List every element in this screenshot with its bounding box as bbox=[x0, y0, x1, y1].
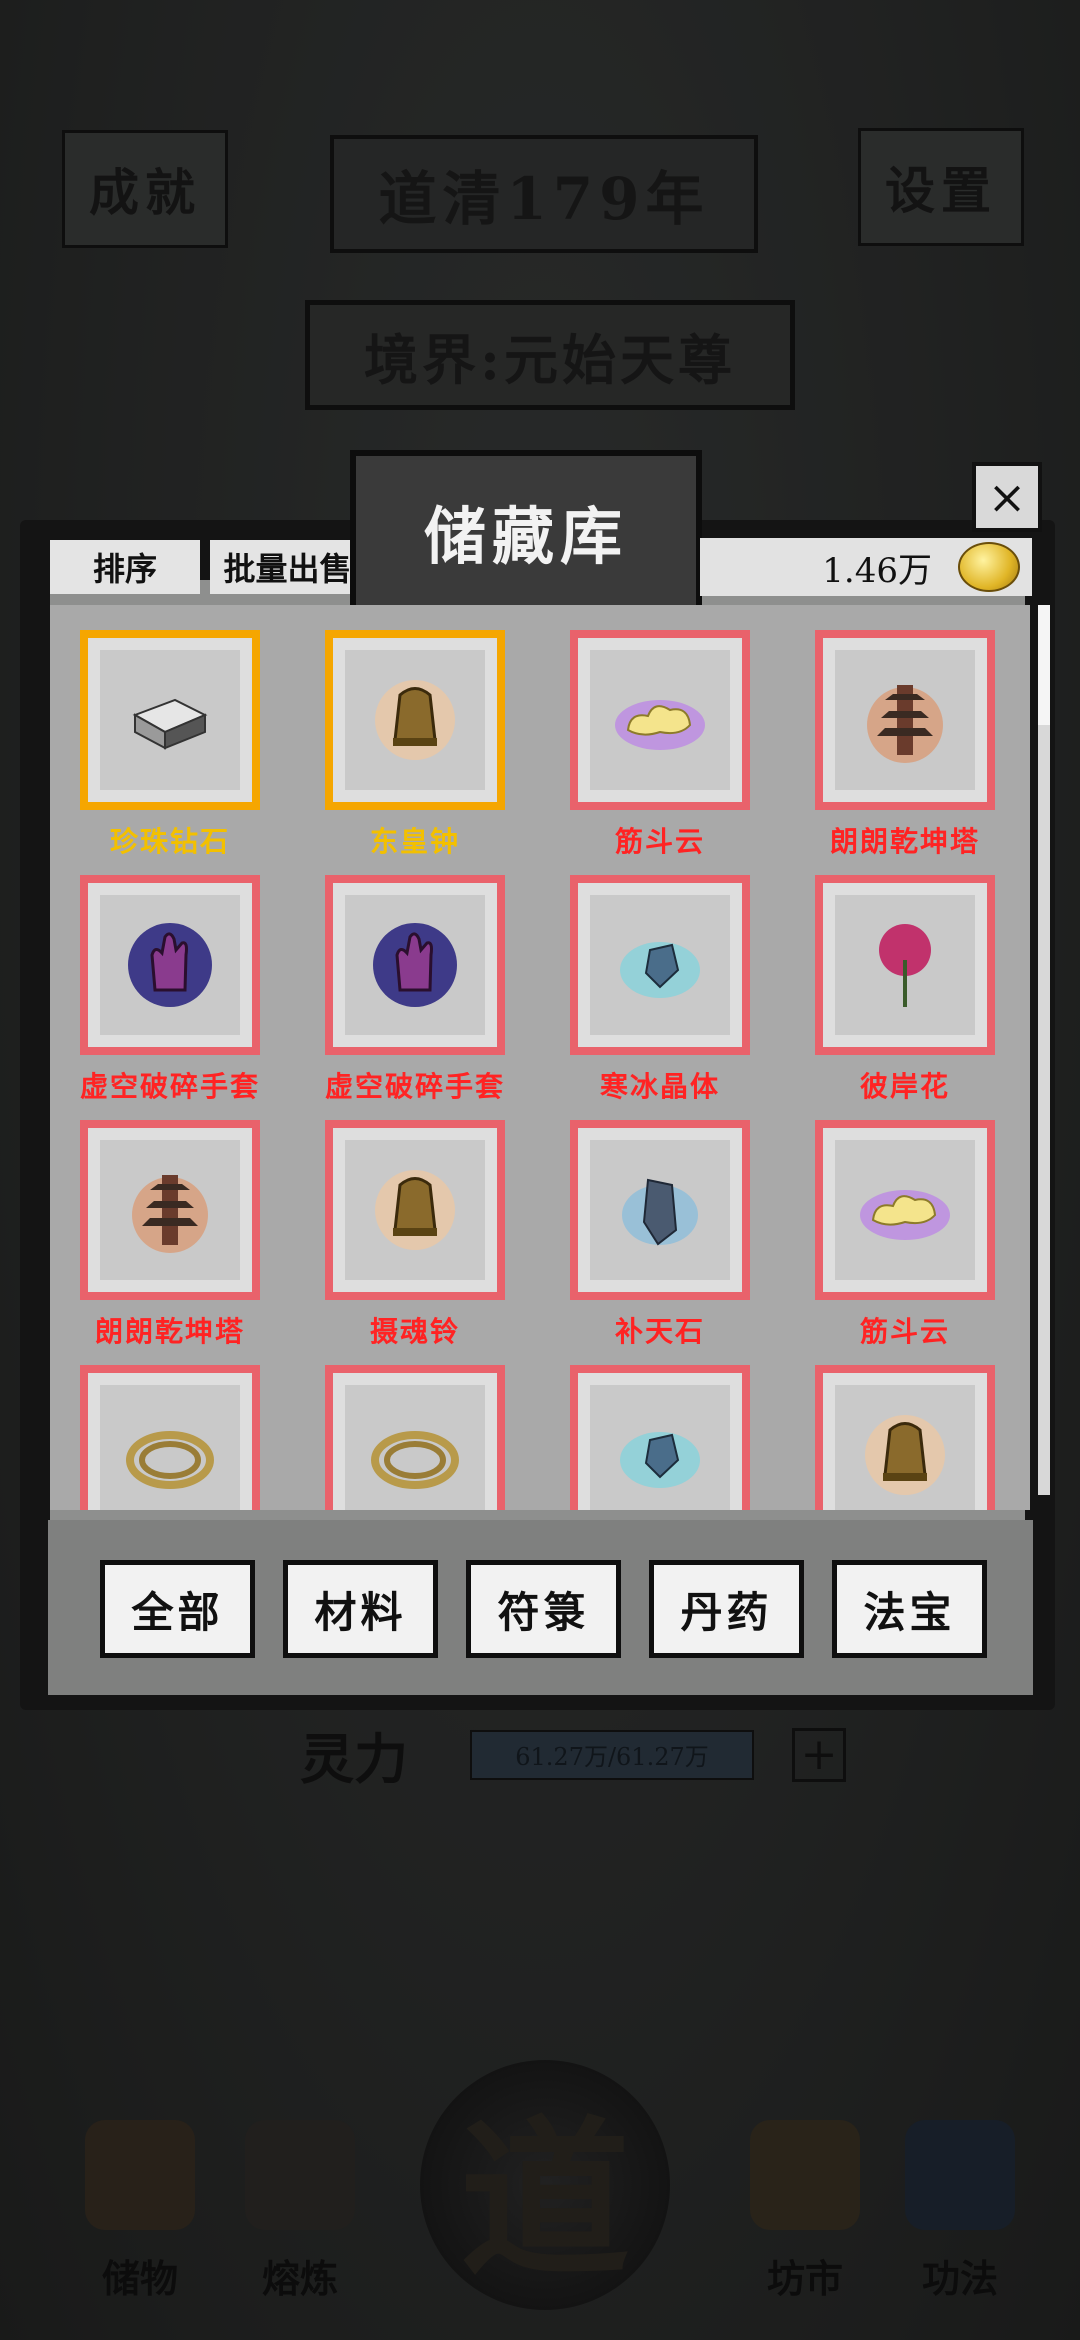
item-frame bbox=[80, 875, 260, 1055]
crystal-icon bbox=[590, 895, 730, 1035]
coin-amount: 1.46万 bbox=[822, 550, 932, 591]
pagoda-icon bbox=[100, 1140, 240, 1280]
item-frame bbox=[570, 1365, 750, 1510]
crystal-icon bbox=[590, 1385, 730, 1510]
item-frame bbox=[80, 630, 260, 810]
close-button[interactable]: × bbox=[972, 462, 1042, 532]
tab-materials[interactable]: 材料 bbox=[283, 1560, 438, 1658]
item-slot[interactable]: 珍珠钻石 bbox=[80, 630, 260, 860]
rope-icon bbox=[345, 1385, 485, 1510]
tab-pills[interactable]: 丹药 bbox=[649, 1560, 804, 1658]
item-name: 摄魂铃 bbox=[369, 1315, 460, 1348]
cloud-icon bbox=[590, 650, 730, 790]
item-name: 朗朗乾坤塔 bbox=[829, 825, 980, 858]
item-slot[interactable]: 寒冰晶体 bbox=[570, 875, 750, 1105]
glove-icon bbox=[100, 895, 240, 1035]
bell-icon bbox=[345, 650, 485, 790]
item-name: 珍珠钻石 bbox=[109, 825, 230, 858]
item-frame bbox=[815, 1120, 995, 1300]
item-slot[interactable]: 朗朗乾坤塔 bbox=[80, 1120, 260, 1350]
item-frame bbox=[570, 1120, 750, 1300]
scrollbar[interactable] bbox=[1038, 605, 1050, 1495]
bulk-sell-button[interactable]: 批量出售 bbox=[210, 540, 365, 594]
item-slot[interactable]: 摄魂铃 bbox=[325, 1120, 505, 1350]
item-name: 虚空破碎手套 bbox=[325, 1070, 506, 1103]
item-name: 东皇钟 bbox=[369, 825, 460, 858]
item-slot[interactable]: 筋斗云 bbox=[570, 630, 750, 860]
sort-button[interactable]: 排序 bbox=[50, 540, 200, 594]
item-name: 彼岸花 bbox=[859, 1070, 950, 1103]
rope-icon bbox=[100, 1385, 240, 1510]
item-frame bbox=[325, 1365, 505, 1510]
item-frame bbox=[815, 875, 995, 1055]
item-name: 朗朗乾坤塔 bbox=[94, 1315, 245, 1348]
tab-all[interactable]: 全部 bbox=[100, 1560, 255, 1658]
item-name: 寒冰晶体 bbox=[599, 1070, 720, 1103]
item-slot[interactable] bbox=[815, 1365, 995, 1510]
item-name: 补天石 bbox=[614, 1315, 705, 1348]
stone-icon bbox=[590, 1140, 730, 1280]
item-slot[interactable]: 虚空破碎手套 bbox=[325, 875, 505, 1105]
tab-talismans[interactable]: 符箓 bbox=[466, 1560, 621, 1658]
scroll-thumb[interactable] bbox=[1038, 605, 1050, 725]
bell-icon bbox=[835, 1385, 975, 1510]
item-slot[interactable]: 朗朗乾坤塔 bbox=[815, 630, 995, 860]
storage-title: 储藏库 bbox=[350, 450, 702, 612]
item-slot[interactable]: 虚空破碎手套 bbox=[80, 875, 260, 1105]
gold-ingot-icon bbox=[958, 542, 1020, 592]
flower-icon bbox=[835, 895, 975, 1035]
item-slot[interactable] bbox=[80, 1365, 260, 1510]
glove-icon bbox=[345, 895, 485, 1035]
item-slot[interactable] bbox=[325, 1365, 505, 1510]
item-slot[interactable]: 补天石 bbox=[570, 1120, 750, 1350]
item-slot[interactable]: 筋斗云 bbox=[815, 1120, 995, 1350]
item-slot[interactable] bbox=[570, 1365, 750, 1510]
item-frame bbox=[80, 1120, 260, 1300]
item-frame bbox=[815, 630, 995, 810]
item-slot[interactable]: 东皇钟 bbox=[325, 630, 505, 860]
item-frame bbox=[325, 875, 505, 1055]
item-name: 筋斗云 bbox=[859, 1315, 950, 1348]
pagoda-icon bbox=[835, 650, 975, 790]
diamond-icon bbox=[100, 650, 240, 790]
bell-icon bbox=[345, 1140, 485, 1280]
item-frame bbox=[325, 630, 505, 810]
item-name: 虚空破碎手套 bbox=[80, 1070, 261, 1103]
item-grid[interactable]: 珍珠钻石 东皇钟 筋斗云 朗朗乾坤塔 虚空破碎手套 虚空破碎手套 寒冰晶体 彼岸花 朗朗乾坤塔摄… bbox=[50, 605, 1030, 1510]
item-frame bbox=[570, 630, 750, 810]
item-frame bbox=[570, 875, 750, 1055]
item-frame bbox=[325, 1120, 505, 1300]
item-name: 筋斗云 bbox=[614, 825, 705, 858]
cloud-icon bbox=[835, 1140, 975, 1280]
tab-treasures[interactable]: 法宝 bbox=[832, 1560, 987, 1658]
item-frame bbox=[815, 1365, 995, 1510]
coin-balance: 1.46万 bbox=[700, 538, 1032, 596]
item-slot[interactable]: 彼岸花 bbox=[815, 875, 995, 1105]
item-frame bbox=[80, 1365, 260, 1510]
